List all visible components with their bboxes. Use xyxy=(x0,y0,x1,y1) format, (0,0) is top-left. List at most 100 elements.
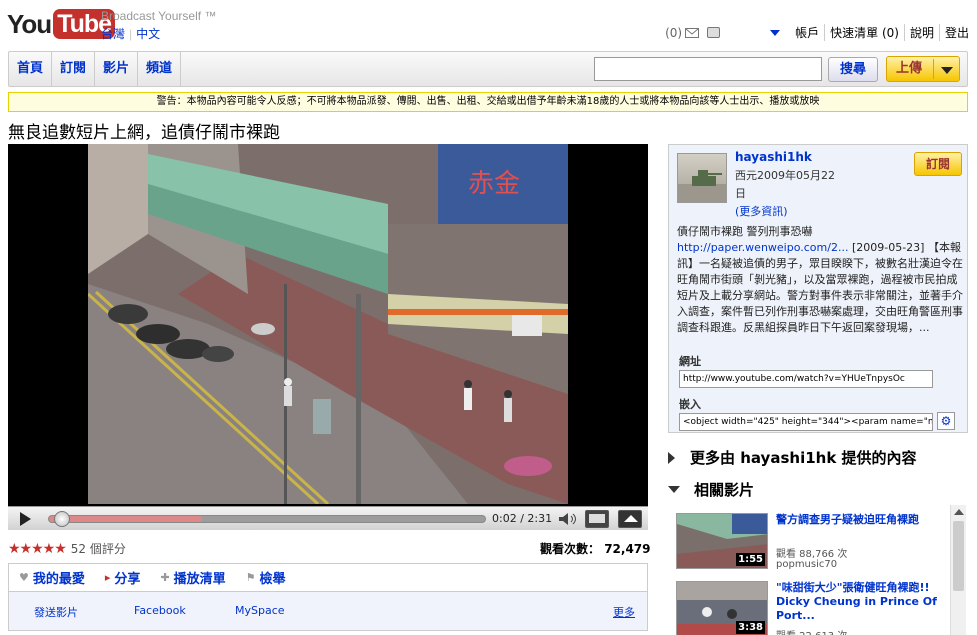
description-body: [2009-05-23] 【本報訊】一名疑被追債的男子，眾目睽睽下，被數名壯漢迫… xyxy=(677,241,963,334)
search-button[interactable]: 搜尋 xyxy=(828,57,878,82)
more-from-label: 更多由 hayashi1hk 提供的內容 xyxy=(690,449,917,467)
related-thumbnail[interactable]: 1:55 xyxy=(676,513,768,569)
related-title[interactable]: "味甜街大少"張衛健旺角裸跑!! Dicky Cheung in Prince … xyxy=(776,581,944,623)
tab-channels[interactable]: 頻道 xyxy=(138,52,182,86)
video-frame[interactable]: 赤金 xyxy=(88,144,568,504)
inbox-count: (0) xyxy=(665,25,683,40)
user-bar: (0) 帳戶 快速清單 (0) 說明 登出 xyxy=(665,24,969,41)
share-button[interactable]: ▸ 分享 xyxy=(105,568,141,587)
related-item[interactable]: 3:38 "味甜街大少"張衛健旺角裸跑!! Dicky Cheung in Pr… xyxy=(668,577,968,635)
related-item[interactable]: 1:55 警方調查男子疑被迫旺角裸跑 觀看 88,766 次 popmusic7… xyxy=(668,509,968,573)
more-info-link[interactable]: (更多資訊) xyxy=(735,203,788,219)
related-label: 相關影片 xyxy=(694,481,755,499)
flag-icon: ⚑ xyxy=(245,571,256,584)
progress-loaded xyxy=(49,516,202,522)
account-dropdown-icon[interactable] xyxy=(770,29,781,36)
sign-out-link[interactable]: 登出 xyxy=(940,24,969,41)
url-field[interactable]: http://www.youtube.com/watch?v=YHUeTnpys… xyxy=(679,370,933,388)
related-duration: 3:38 xyxy=(736,621,765,634)
upload-date: 西元2009年05月22日 xyxy=(735,169,835,200)
description-link[interactable]: http://paper.wenweipo.com/2... xyxy=(677,241,848,254)
related-scrollbar[interactable] xyxy=(950,505,966,635)
tv-icon[interactable] xyxy=(707,27,721,38)
share-arrow-icon: ▸ xyxy=(104,571,111,584)
channel-avatar[interactable] xyxy=(677,153,727,203)
progress-bar[interactable] xyxy=(48,515,486,523)
tagline: Broadcast Yourself ™ xyxy=(101,9,217,23)
rating-count: 52 個評分 xyxy=(70,542,126,556)
share-facebook[interactable]: Facebook xyxy=(134,604,186,617)
plus-icon: ✚ xyxy=(160,571,170,584)
video-still-image: 赤金 xyxy=(88,144,568,504)
more-from-header[interactable]: 更多由 hayashi1hk 提供的內容 xyxy=(668,447,917,468)
related-thumbnail[interactable]: 3:38 xyxy=(676,581,768,635)
flag-label: 檢舉 xyxy=(259,572,286,587)
embed-label: 嵌入 xyxy=(679,398,701,411)
search-input[interactable] xyxy=(594,57,822,81)
related-views: 觀看 88,766 次 xyxy=(776,549,848,560)
channel-info-box: hayashi1hk 西元2009年05月22日 (更多資訊) 訂閱 債仔鬧市裸… xyxy=(668,144,968,433)
channel-name-link[interactable]: hayashi1hk xyxy=(735,150,812,164)
nav-tabs: 首頁 訂閱 影片 頻道 xyxy=(9,52,182,86)
view-count-label: 觀看次數： xyxy=(540,542,601,556)
view-count-value: 72,479 xyxy=(604,542,651,556)
share-panel: 發送影片 Facebook MySpace 更多 xyxy=(8,591,648,631)
playlist-button[interactable]: ✚ 播放清單 xyxy=(160,568,225,587)
expand-arrow-icon xyxy=(668,451,675,464)
upload-dropdown-icon[interactable] xyxy=(941,67,953,74)
video-player[interactable]: 赤金 0:02 / 2:31 xyxy=(8,144,648,530)
tab-home[interactable]: 首頁 xyxy=(9,52,53,86)
fullscreen-button[interactable] xyxy=(618,510,642,528)
video-title: 無良追數短片上網，追債仔鬧市裸跑 xyxy=(8,123,280,143)
share-myspace[interactable]: MySpace xyxy=(235,604,285,617)
related-views: 觀看 22,613 次 xyxy=(776,627,847,635)
description-lead: 債仔鬧市裸跑 警列刑事恐嚇 xyxy=(677,225,813,238)
play-button[interactable] xyxy=(11,509,39,529)
volume-icon[interactable] xyxy=(557,511,579,527)
share-send-video[interactable]: 發送影片 xyxy=(34,604,78,620)
rating-stars[interactable]: ★★★★★ xyxy=(8,541,67,557)
youtube-logo[interactable]: You Tube xyxy=(7,8,116,40)
header: You Tube Broadcast Yourself ™ 台灣 | 中文 (0) … xyxy=(0,0,977,50)
quicklist-link[interactable]: 快速清單 (0) xyxy=(825,24,905,41)
related-duration: 1:55 xyxy=(736,553,765,566)
related-title[interactable]: 警方調查男子疑被迫旺角裸跑 xyxy=(776,513,944,527)
related-header[interactable]: 相關影片 xyxy=(668,479,754,500)
help-link[interactable]: 說明 xyxy=(905,24,940,41)
playlist-label: 播放清單 xyxy=(173,572,226,587)
collapse-arrow-icon xyxy=(668,486,680,493)
upload-label: 上傳 xyxy=(896,61,923,76)
main-nav: 首頁 訂閱 影片 頻道 搜尋 上傳 xyxy=(8,51,968,87)
related-user[interactable]: popmusic70 xyxy=(776,559,837,570)
resize-player-button[interactable] xyxy=(585,510,609,528)
favorite-label: 我的最愛 xyxy=(32,572,85,587)
url-label: 網址 xyxy=(679,355,701,368)
tab-subscriptions[interactable]: 訂閱 xyxy=(52,52,96,86)
scroll-up-icon[interactable] xyxy=(954,509,964,515)
inbox-icon[interactable] xyxy=(685,27,700,38)
account-link[interactable]: 帳戶 xyxy=(790,24,826,41)
scroll-thumb[interactable] xyxy=(953,521,964,591)
flag-button[interactable]: ⚑ 檢舉 xyxy=(246,568,286,587)
embed-field[interactable]: <object width="425" height="344"><param … xyxy=(679,413,933,431)
subscribe-button[interactable]: 訂閱 xyxy=(914,152,962,176)
tab-videos[interactable]: 影片 xyxy=(95,52,139,86)
region-language-bar: 台灣 | 中文 xyxy=(101,27,161,41)
share-label: 分享 xyxy=(114,572,141,587)
language-link[interactable]: 中文 xyxy=(136,27,160,41)
heart-icon: ♥ xyxy=(19,571,29,584)
quicklist-label: 快速清單 xyxy=(830,26,879,40)
video-description: 債仔鬧市裸跑 警列刑事恐嚇 http://paper.wenweipo.com/… xyxy=(677,224,964,336)
favorite-button[interactable]: ♥ 我的最愛 xyxy=(19,568,85,587)
upload-button[interactable]: 上傳 xyxy=(886,56,960,82)
gear-icon[interactable]: ⚙ xyxy=(937,412,955,430)
progress-knob[interactable] xyxy=(53,511,70,527)
ratings: ★★★★★ 52 個評分 xyxy=(8,540,126,557)
logo-you-text: You xyxy=(7,8,52,39)
player-controls: 0:02 / 2:31 xyxy=(8,506,648,530)
region-link[interactable]: 台灣 xyxy=(101,27,125,41)
view-count: 觀看次數： 72,479 xyxy=(540,540,651,557)
quicklist-count: (0) xyxy=(881,26,899,40)
content-warning: 警告：本物品內容可能令人反感；不可將本物品派發、傳閱、出售、出租、交給或出借予年… xyxy=(8,92,968,112)
share-more-link[interactable]: 更多 xyxy=(613,604,635,620)
